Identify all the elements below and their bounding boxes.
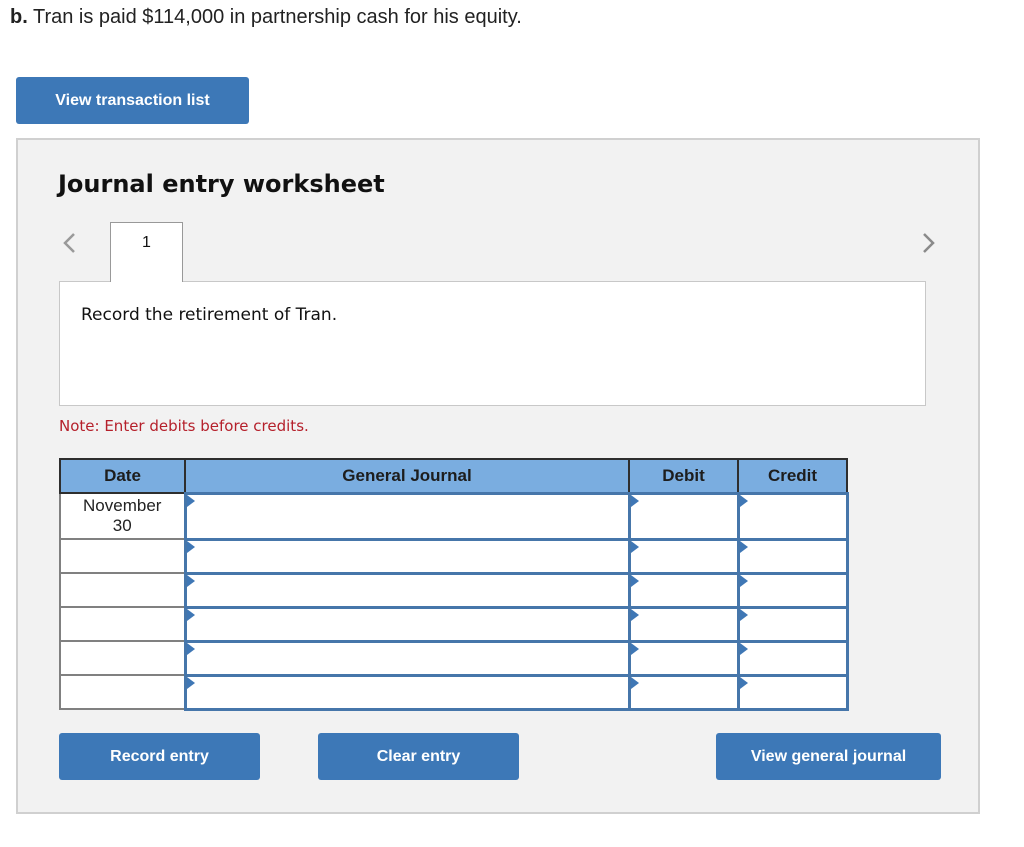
credit-cell[interactable] <box>736 537 849 575</box>
worksheet-title: Journal entry worksheet <box>58 170 385 198</box>
note-text: Note: Enter debits before credits. <box>59 417 309 435</box>
account-cell[interactable] <box>183 491 631 541</box>
tab-entry-1[interactable]: 1 <box>110 222 183 282</box>
table-row <box>59 605 849 643</box>
header-date: Date <box>59 458 186 494</box>
debit-cell[interactable] <box>627 571 740 609</box>
credit-cell[interactable] <box>736 673 849 711</box>
account-cell[interactable] <box>183 673 631 711</box>
credit-input[interactable] <box>739 676 846 708</box>
account-input[interactable] <box>186 676 628 708</box>
debit-input[interactable] <box>630 494 737 538</box>
clear-entry-button[interactable]: Clear entry <box>318 733 519 780</box>
debit-cell[interactable] <box>627 605 740 643</box>
table-row <box>59 673 849 711</box>
credit-input[interactable] <box>739 540 846 572</box>
table-row <box>59 571 849 609</box>
account-input[interactable] <box>186 540 628 572</box>
debit-input[interactable] <box>630 540 737 572</box>
chevron-right-icon <box>923 233 935 253</box>
debit-input[interactable] <box>630 574 737 606</box>
credit-cell[interactable] <box>736 605 849 643</box>
instruction-box: Record the retirement of Tran. <box>59 281 926 406</box>
debit-input[interactable] <box>630 676 737 708</box>
question-body: Tran is paid $114,000 in partnership cas… <box>27 6 522 28</box>
credit-cell[interactable] <box>736 639 849 677</box>
table-row: November 30 <box>59 491 849 541</box>
date-cell <box>59 538 186 574</box>
credit-cell[interactable] <box>736 491 849 541</box>
debit-cell[interactable] <box>627 639 740 677</box>
date-cell <box>59 640 186 676</box>
question-text: b. Tran is paid $114,000 in partnership … <box>10 6 522 29</box>
question-label: b. <box>10 6 28 28</box>
header-general-journal: General Journal <box>184 458 630 494</box>
table-row <box>59 639 849 677</box>
date-cell <box>59 572 186 608</box>
account-input[interactable] <box>186 494 628 538</box>
credit-input[interactable] <box>739 494 846 538</box>
credit-input[interactable] <box>739 642 846 674</box>
previous-entry-button[interactable] <box>60 228 80 258</box>
chevron-left-icon <box>63 233 75 253</box>
date-cell <box>59 674 186 710</box>
journal-header-row: Date General Journal Debit Credit <box>59 458 848 494</box>
debit-input[interactable] <box>630 642 737 674</box>
record-entry-button[interactable]: Record entry <box>59 733 260 780</box>
account-input[interactable] <box>186 574 628 606</box>
credit-input[interactable] <box>739 608 846 640</box>
view-general-journal-button[interactable]: View general journal <box>716 733 941 780</box>
debit-input[interactable] <box>630 608 737 640</box>
account-cell[interactable] <box>183 571 631 609</box>
date-day: 30 <box>112 516 132 535</box>
credit-cell[interactable] <box>736 571 849 609</box>
table-row <box>59 537 849 575</box>
next-entry-button[interactable] <box>918 228 938 258</box>
date-month: November <box>83 496 162 515</box>
account-cell[interactable] <box>183 537 631 575</box>
debit-cell[interactable] <box>627 537 740 575</box>
journal-table: Date General Journal Debit Credit Novemb… <box>59 458 849 711</box>
debit-cell[interactable] <box>627 491 740 541</box>
instruction-text: Record the retirement of Tran. <box>81 305 338 325</box>
debit-cell[interactable] <box>627 673 740 711</box>
header-debit: Debit <box>628 458 739 494</box>
date-cell <box>59 606 186 642</box>
journal-entry-worksheet-panel: Journal entry worksheet 1 Record the ret… <box>16 138 980 814</box>
account-input[interactable] <box>186 642 628 674</box>
credit-input[interactable] <box>739 574 846 606</box>
header-credit: Credit <box>737 458 848 494</box>
account-cell[interactable] <box>183 605 631 643</box>
tab-label: 1 <box>142 234 151 251</box>
view-transaction-list-button[interactable]: View transaction list <box>16 77 249 124</box>
account-cell[interactable] <box>183 639 631 677</box>
date-cell: November 30 <box>59 492 186 540</box>
account-input[interactable] <box>186 608 628 640</box>
